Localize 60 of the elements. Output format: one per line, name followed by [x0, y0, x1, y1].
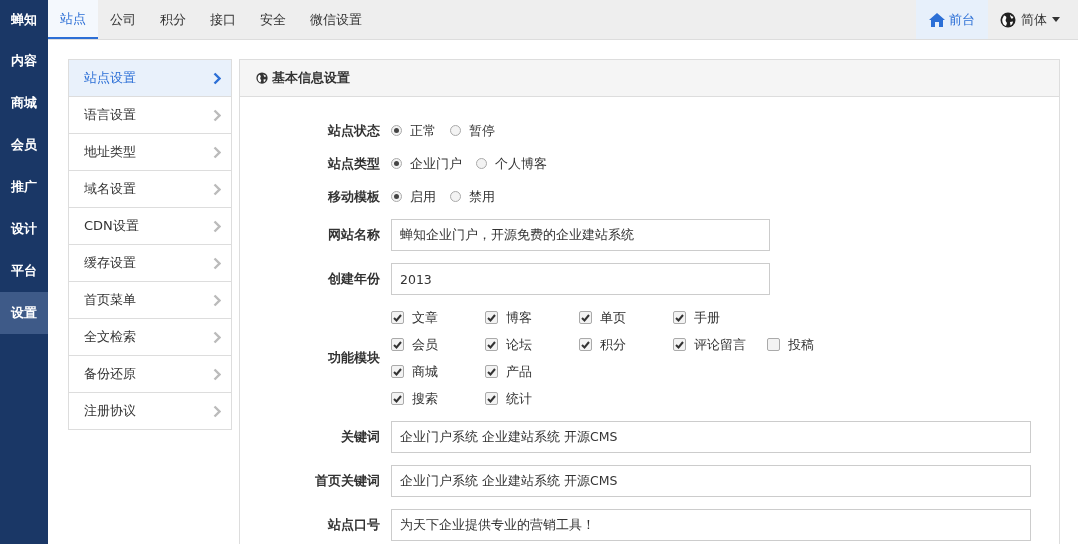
text-field[interactable]: 蝉知企业门户，开源免费的企业建站系统 — [391, 219, 770, 251]
panel-title: 基本信息设置 — [272, 69, 350, 87]
radio-label: 企业门户 — [410, 154, 462, 173]
side-menu-item[interactable]: 注册协议 — [69, 393, 231, 430]
nav-item[interactable]: 设计 — [0, 208, 48, 250]
tab[interactable]: 接口 — [198, 0, 248, 39]
side-menu-item[interactable]: 地址类型 — [69, 134, 231, 171]
front-link[interactable]: 前台 — [916, 0, 988, 39]
text-field[interactable]: 企业门户系统 企业建站系统 开源CMS — [391, 465, 1031, 497]
nav-item[interactable]: 推广 — [0, 166, 48, 208]
side-menu-item[interactable]: 首页菜单 — [69, 282, 231, 319]
tab[interactable]: 安全 — [248, 0, 298, 39]
side-menu-item[interactable]: 缓存设置 — [69, 245, 231, 282]
checkbox-label: 搜索 — [412, 389, 438, 408]
brand-logo[interactable]: 蝉知 — [0, 0, 48, 40]
checkbox-label: 统计 — [506, 389, 532, 408]
checkbox-label: 手册 — [694, 308, 720, 327]
radio-label: 个人博客 — [495, 154, 547, 173]
checkbox-label: 博客 — [506, 308, 532, 327]
side-menu-item[interactable]: 全文检索 — [69, 319, 231, 356]
field-label: 关键词 — [340, 428, 381, 446]
field-label: 网站名称 — [327, 226, 381, 244]
tab[interactable]: 积分 — [148, 0, 198, 39]
tab[interactable]: 微信设置 — [298, 0, 374, 39]
side-menu-item[interactable]: 语言设置 — [69, 97, 231, 134]
language-dropdown[interactable]: 简体 — [988, 0, 1078, 39]
tab[interactable]: 站点 — [48, 0, 98, 39]
nav-item[interactable]: 会员 — [0, 124, 48, 166]
checkbox-label: 积分 — [600, 335, 626, 354]
checkbox-label: 商城 — [412, 362, 438, 381]
field-label: 移动模板 — [327, 187, 381, 206]
checkbox-label: 单页 — [600, 308, 626, 327]
field-label: 创建年份 — [327, 270, 381, 288]
tab[interactable]: 公司 — [98, 0, 148, 39]
field-label: 站点口号 — [327, 516, 381, 534]
side-menu-item[interactable]: 备份还原 — [69, 356, 231, 393]
text-field[interactable]: 2013 — [391, 263, 770, 295]
field-label: 站点状态 — [327, 121, 381, 140]
radio-label: 正常 — [410, 121, 436, 140]
checkbox-label: 评论留言 — [694, 335, 746, 354]
side-menu-item[interactable]: CDN设置 — [69, 208, 231, 245]
checkbox-label: 文章 — [412, 308, 438, 327]
text-field[interactable]: 企业门户系统 企业建站系统 开源CMS — [391, 421, 1031, 453]
nav-item[interactable]: 商城 — [0, 82, 48, 124]
checkbox-label: 投稿 — [788, 335, 814, 354]
nav-item[interactable]: 内容 — [0, 40, 48, 82]
checkbox-label: 产品 — [506, 362, 532, 381]
side-menu-item[interactable]: 域名设置 — [69, 171, 231, 208]
field-label: 首页关键词 — [314, 472, 381, 490]
field-label: 功能模块 — [327, 349, 381, 367]
radio-label: 暂停 — [469, 121, 495, 140]
field-label: 站点类型 — [327, 154, 381, 173]
nav-item[interactable]: 设置 — [0, 292, 48, 334]
text-field[interactable]: 为天下企业提供专业的营销工具！ — [391, 509, 1031, 541]
side-menu-item[interactable]: 站点设置 — [69, 60, 231, 97]
radio-label: 启用 — [410, 187, 436, 206]
nav-item[interactable]: 平台 — [0, 250, 48, 292]
radio-label: 禁用 — [469, 187, 495, 206]
checkbox-label: 会员 — [412, 335, 438, 354]
checkbox-label: 论坛 — [506, 335, 532, 354]
